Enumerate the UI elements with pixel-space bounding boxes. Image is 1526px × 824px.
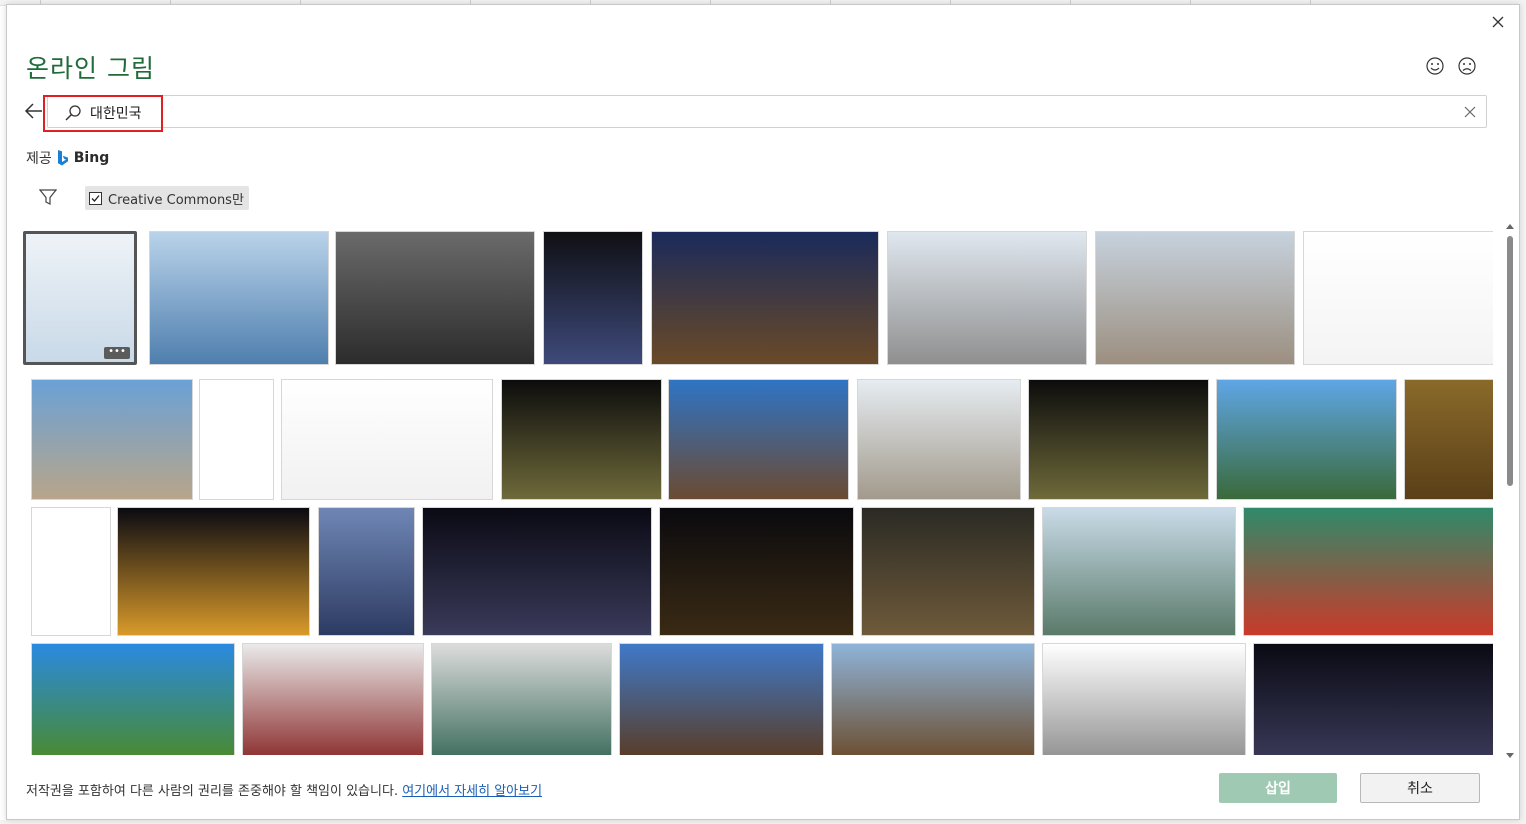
arrow-left-icon [24, 103, 42, 119]
cancel-button[interactable]: 취소 [1360, 773, 1480, 803]
checkmark-icon [91, 194, 100, 202]
creative-commons-filter[interactable]: Creative Commons만 [85, 186, 249, 210]
image-result-gwanghwamun-gate[interactable] [887, 231, 1087, 365]
image-result-korea-peninsula-map[interactable] [199, 379, 274, 500]
image-result-city-night-reflection[interactable] [422, 507, 652, 636]
image-result-dancheong-eaves[interactable] [1243, 507, 1493, 636]
image-result-city-night-reflection-2[interactable] [1253, 643, 1493, 755]
close-button[interactable] [1487, 11, 1509, 33]
bing-logo-icon [57, 149, 68, 165]
image-result-palace-cherry-blossom[interactable] [242, 643, 424, 755]
clear-search-button[interactable] [1462, 104, 1478, 120]
image-result-flag-white[interactable] [1303, 231, 1493, 365]
search-highlight-box [43, 95, 163, 132]
image-results-grid: ••• [23, 231, 1493, 755]
filter-button[interactable] [38, 188, 58, 206]
image-result-city-night-lights[interactable] [659, 507, 854, 636]
insert-button[interactable]: 삽입 [1219, 773, 1337, 803]
image-result-hanok-roof-detail[interactable] [431, 643, 612, 755]
image-result-korea-map[interactable]: ••• [23, 231, 137, 365]
image-result-flag-waving-sea[interactable] [149, 231, 329, 365]
cc-label: Creative Commons만 [108, 192, 244, 208]
image-result-king-sejong-statue[interactable] [1404, 379, 1493, 500]
image-result-namsan-tower-dusk[interactable] [318, 507, 415, 636]
frown-icon[interactable] [1457, 56, 1477, 76]
image-result-palace-courtyard[interactable] [857, 379, 1021, 500]
copyright-text: 저작권을 포함하여 다른 사람의 권리를 존중해야 할 책임이 있습니다. [26, 784, 399, 799]
image-result-korea-map-flags[interactable] [31, 507, 111, 636]
scroll-thumb[interactable] [1507, 236, 1513, 486]
close-icon [1492, 16, 1504, 28]
copyright-notice: 저작권을 포함하여 다른 사람의 권리를 존중해야 할 책임이 있습니다. 여기… [26, 780, 542, 799]
background-bottom-edge [0, 820, 1526, 824]
image-result-flag-grunge[interactable] [335, 231, 535, 365]
provider-name: Bing [73, 150, 110, 166]
dialog-title: 온라인 그림 [26, 54, 155, 83]
gallery-scrollbar[interactable] [1503, 221, 1517, 761]
image-result-sky-landscape[interactable] [1216, 379, 1397, 500]
smile-icon[interactable] [1425, 56, 1445, 76]
image-result-eaves-blue-sky[interactable] [619, 643, 824, 755]
cc-checkbox[interactable] [89, 191, 102, 205]
clear-icon [1464, 106, 1476, 118]
more-options-button[interactable]: ••• [104, 347, 130, 359]
background-edge [1520, 0, 1526, 824]
back-button[interactable] [23, 100, 45, 122]
feedback-group [1425, 56, 1477, 76]
filter-icon [38, 189, 58, 205]
image-result-palace-roof-night[interactable] [501, 379, 662, 500]
image-result-flag-wavy[interactable] [281, 379, 493, 500]
provider-prefix: 제공 [26, 151, 52, 167]
image-result-hanok-village[interactable] [861, 507, 1035, 636]
image-result-palace-hall-cloudy[interactable] [1095, 231, 1295, 365]
scroll-down-icon[interactable] [1506, 751, 1514, 759]
image-result-seoul-bridge-night[interactable] [651, 231, 879, 365]
image-result-namsan-tower-night[interactable] [543, 231, 643, 365]
image-result-palace-roof-night-2[interactable] [1028, 379, 1209, 500]
learn-more-link[interactable]: 여기에서 자세히 알아보기 [402, 784, 542, 799]
online-pictures-dialog: 온라인 그림 대한민국 제공 Bing Creative Commons만 ••… [6, 4, 1520, 820]
image-result-pavilion-night-lights[interactable] [117, 507, 310, 636]
search-input[interactable]: 대한민국 [47, 95, 1487, 128]
image-result-national-assembly[interactable] [31, 379, 193, 500]
provider-attribution: 제공 Bing [26, 148, 109, 168]
image-result-palace-roof-blue-sky[interactable] [668, 379, 849, 500]
image-result-gwanghwamun-gate-2[interactable] [1042, 643, 1246, 755]
image-result-pavilion-lake[interactable] [831, 643, 1035, 755]
image-result-pond-pavilion-sunny[interactable] [31, 643, 235, 755]
scroll-up-icon[interactable] [1506, 223, 1514, 231]
image-result-gyeonghoeru-cherry[interactable] [1042, 507, 1236, 636]
